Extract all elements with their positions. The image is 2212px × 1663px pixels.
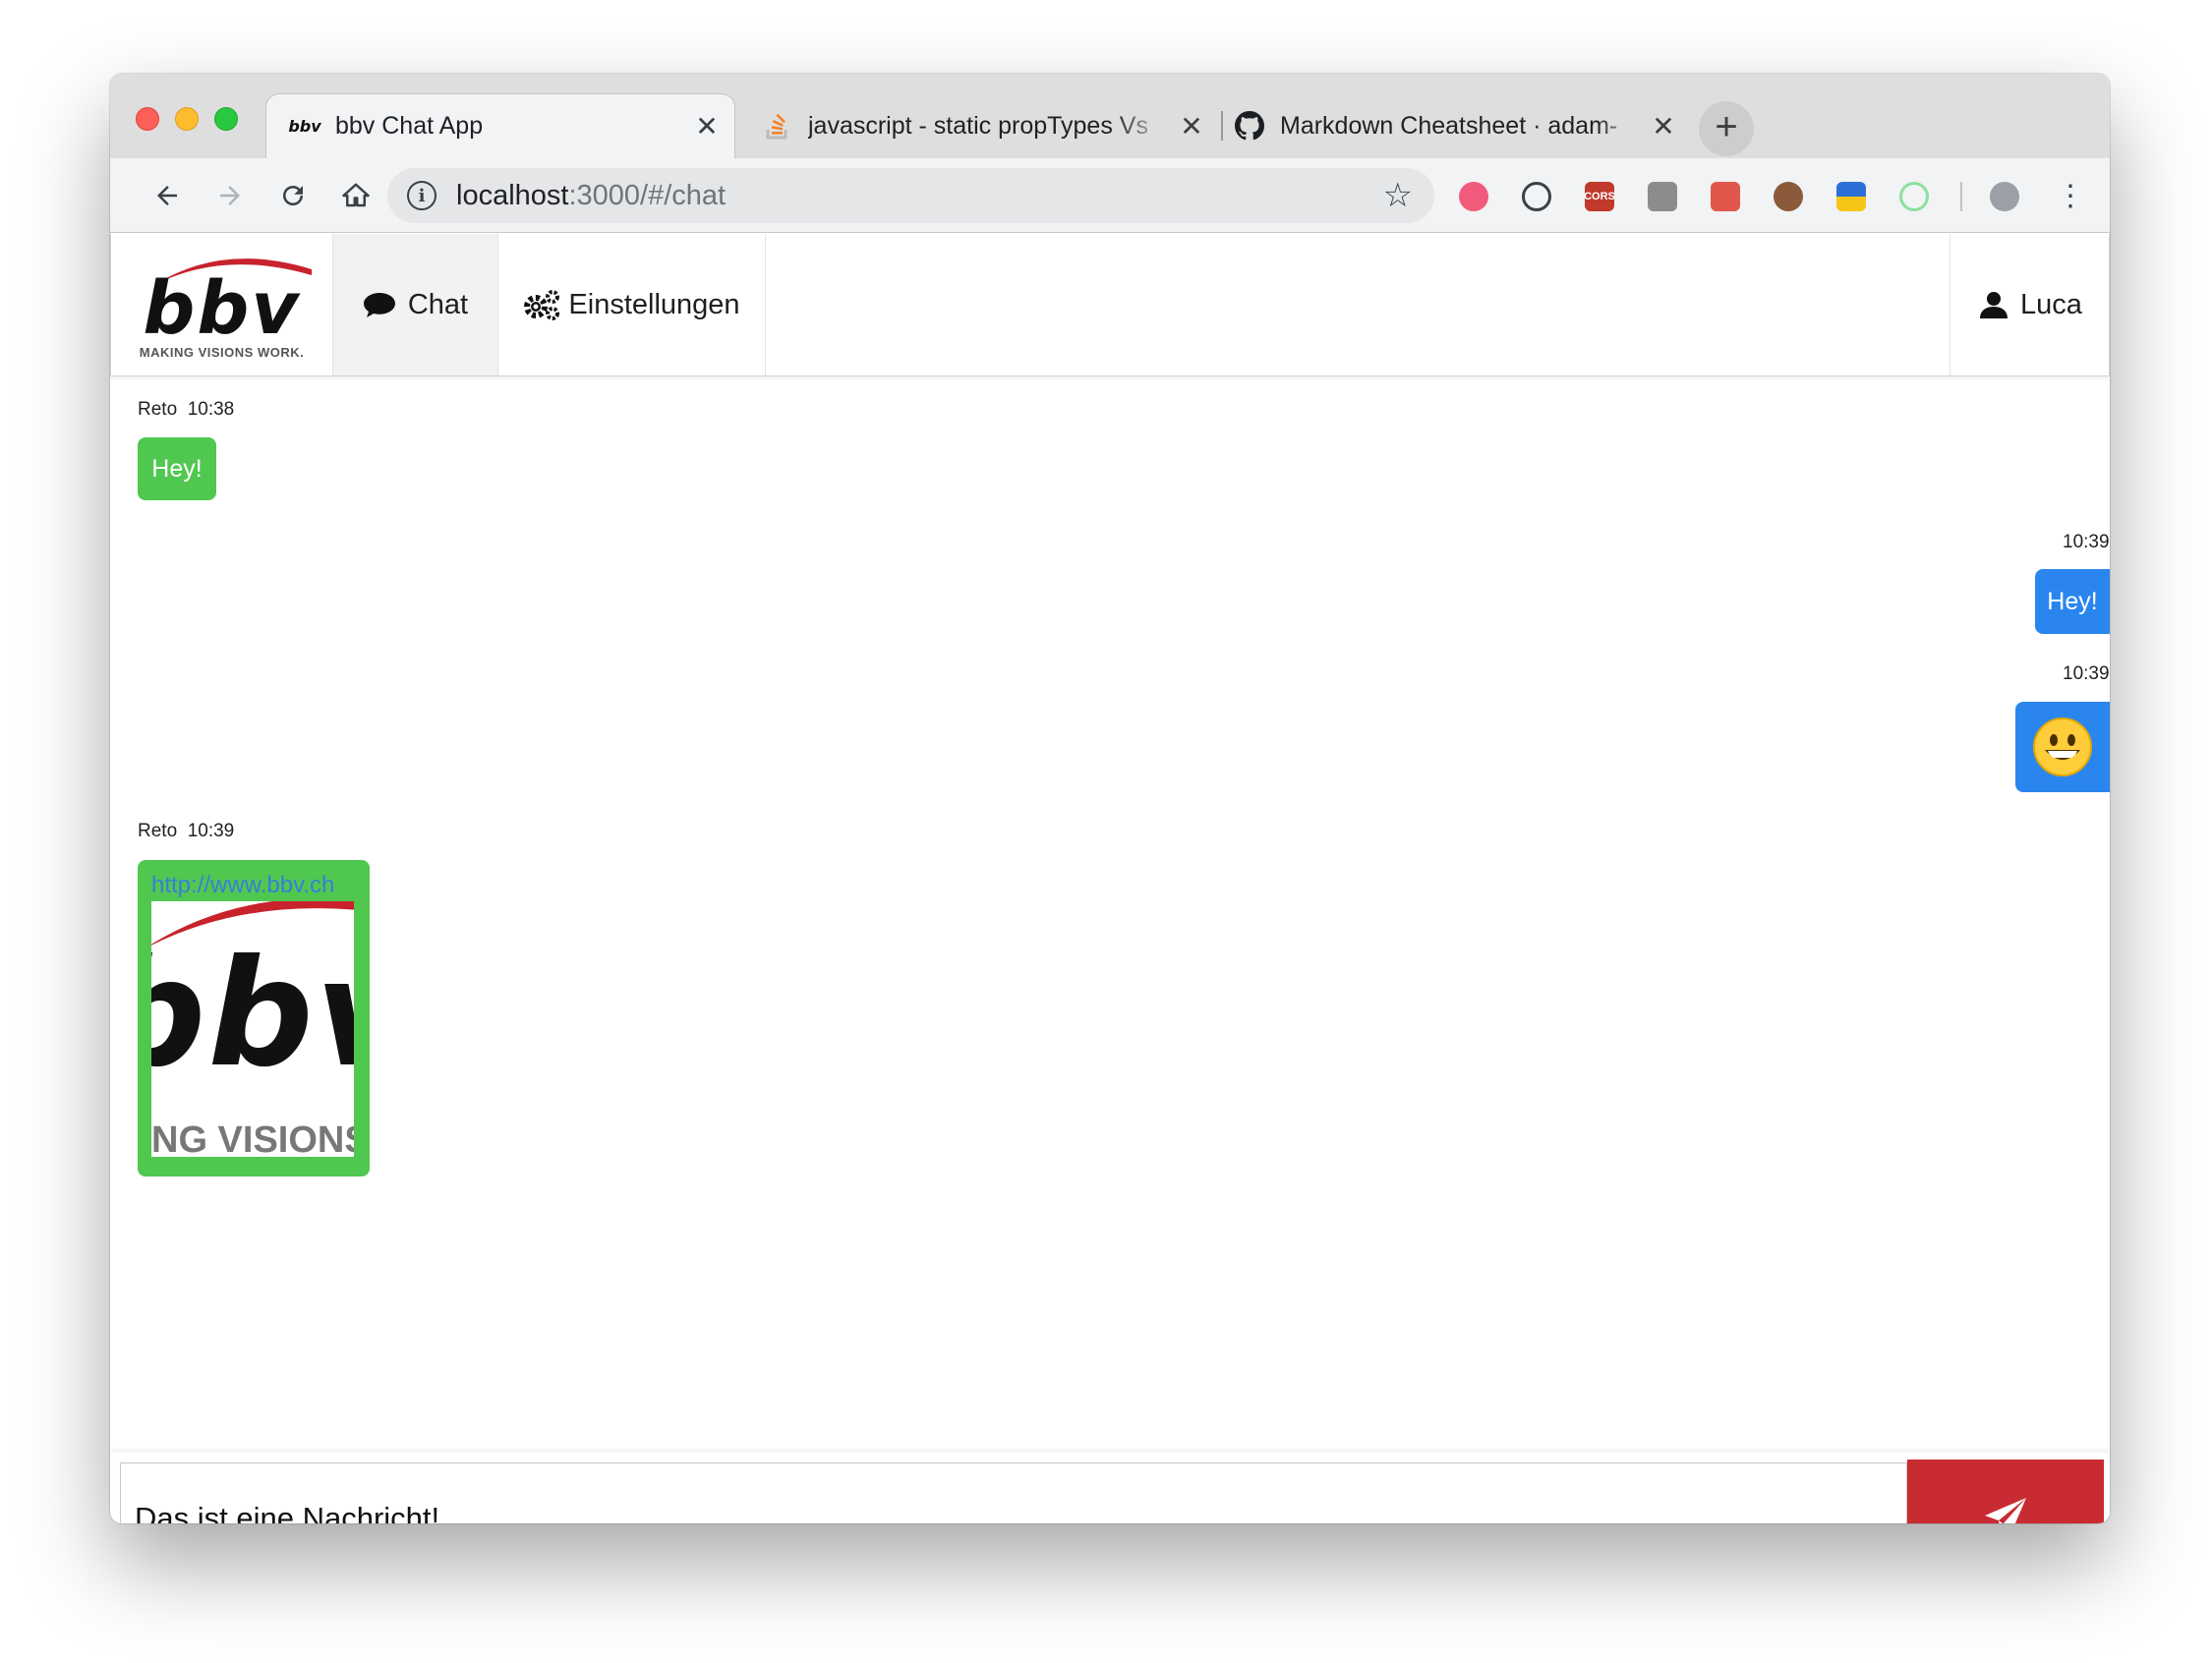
- message-time: 10:39: [2063, 532, 2110, 552]
- forward-button[interactable]: [206, 172, 254, 219]
- preview-logo-text: bbv: [151, 929, 354, 1100]
- close-icon[interactable]: ✕: [1650, 110, 1677, 143]
- lighthouse-icon[interactable]: [1836, 182, 1866, 211]
- menu-kebab-icon[interactable]: ⋮: [2047, 172, 2094, 219]
- ext-1password-icon[interactable]: [1522, 182, 1551, 211]
- link-preview-image[interactable]: bbv NG VISIONS: [151, 901, 354, 1157]
- nav-user-label: Luca: [2020, 288, 2082, 320]
- home-button[interactable]: [332, 172, 379, 219]
- maximize-window-button[interactable]: [214, 107, 238, 131]
- comment-icon: [363, 293, 395, 317]
- browser-toolbar: i localhost:3000/#/chat ☆ CORS ⋮: [110, 158, 2110, 233]
- github-icon: [1233, 111, 1266, 141]
- message-link[interactable]: http://www.bbv.ch: [151, 872, 354, 899]
- message-input[interactable]: Das ist eine Nachricht!: [120, 1462, 1907, 1523]
- ext-green-icon[interactable]: [1899, 182, 1929, 211]
- tab-stackoverflow[interactable]: javascript - static propTypes Vs ✕: [739, 93, 1219, 158]
- tab-title: javascript - static propTypes Vs: [808, 111, 1148, 140]
- nav-settings[interactable]: Einstellungen: [498, 234, 766, 375]
- close-icon[interactable]: ✕: [1178, 110, 1205, 143]
- forward-arrow-icon: [220, 186, 240, 205]
- minimize-window-button[interactable]: [175, 107, 199, 131]
- message-time: 10:39: [187, 821, 235, 841]
- cookie-icon[interactable]: [1774, 182, 1803, 211]
- message-text: Hey!: [151, 454, 203, 483]
- message-bubble-outgoing: [2015, 702, 2110, 792]
- bookmark-star-icon[interactable]: ☆: [1383, 176, 1413, 215]
- message-time: 10:39: [2063, 663, 2110, 684]
- nav-chat[interactable]: Chat: [333, 234, 498, 375]
- profile-avatar-icon[interactable]: [1990, 182, 2019, 211]
- preview-caption: NG VISIONS: [151, 1119, 354, 1157]
- user-icon: [1980, 292, 2008, 318]
- nav-settings-label: Einstellungen: [568, 288, 740, 320]
- close-icon[interactable]: ✕: [693, 110, 721, 143]
- site-info-icon[interactable]: i: [407, 181, 437, 210]
- reload-icon: [283, 186, 303, 205]
- message-author: Reto: [138, 821, 178, 841]
- message-bubble-incoming: http://www.bbv.ch bbv NG VISIONS: [138, 860, 370, 1176]
- home-icon: [342, 183, 370, 207]
- message-time: 10:38: [187, 399, 235, 420]
- ext-gray-icon[interactable]: [1648, 182, 1677, 211]
- tab-strip: bbv bbv Chat App ✕ javascript - static p…: [110, 74, 2110, 158]
- tab-title: bbv Chat App: [335, 112, 484, 140]
- browser-window: bbv bbv Chat App ✕ javascript - static p…: [110, 74, 2110, 1523]
- stackoverflow-icon: [761, 113, 794, 140]
- send-button[interactable]: [1907, 1460, 2104, 1523]
- paper-plane-icon: [1985, 1498, 2026, 1523]
- grinning-face-emoji-icon: [2033, 717, 2092, 776]
- bbv-logo-icon: bbv: [288, 117, 321, 136]
- message-text: Hey!: [2047, 587, 2098, 615]
- back-arrow-icon: [157, 186, 177, 205]
- ext-bug-icon[interactable]: [1711, 182, 1740, 211]
- reload-button[interactable]: [269, 172, 317, 219]
- tab-github[interactable]: Markdown Cheatsheet · adam- ✕: [1211, 93, 1691, 158]
- nav-chat-label: Chat: [407, 288, 469, 320]
- back-button[interactable]: [144, 172, 191, 219]
- ext-red-icon[interactable]: [1459, 182, 1488, 211]
- chat-app: bbv MAKING VISIONS WORK. Chat Einstellun…: [110, 234, 2110, 1523]
- address-bar[interactable]: i localhost:3000/#/chat ☆: [387, 168, 1434, 223]
- message-author: Reto: [138, 399, 178, 420]
- message-bubble-incoming: Hey!: [138, 437, 216, 500]
- logo-text: bbv: [143, 265, 301, 351]
- tab-title: Markdown Cheatsheet · adam-: [1280, 111, 1618, 140]
- message-meta: Reto 10:39: [138, 821, 234, 842]
- tab-bbv-chat[interactable]: bbv bbv Chat App ✕: [265, 93, 735, 158]
- message-bubble-outgoing: Hey!: [2035, 569, 2110, 634]
- composer-divider: [110, 1453, 2110, 1462]
- close-window-button[interactable]: [136, 107, 159, 131]
- app-navbar: bbv MAKING VISIONS WORK. Chat Einstellun…: [110, 234, 2110, 376]
- url-text: localhost:3000/#/chat: [456, 179, 727, 211]
- toolbar-divider: [1960, 182, 1962, 211]
- new-tab-button[interactable]: +: [1699, 101, 1754, 156]
- cogs-icon: [524, 290, 560, 320]
- nav-user[interactable]: Luca: [1950, 234, 2110, 375]
- bbv-logo[interactable]: bbv MAKING VISIONS WORK.: [111, 234, 333, 375]
- cors-icon[interactable]: CORS: [1584, 182, 1615, 211]
- message-meta: Reto 10:38: [138, 399, 234, 421]
